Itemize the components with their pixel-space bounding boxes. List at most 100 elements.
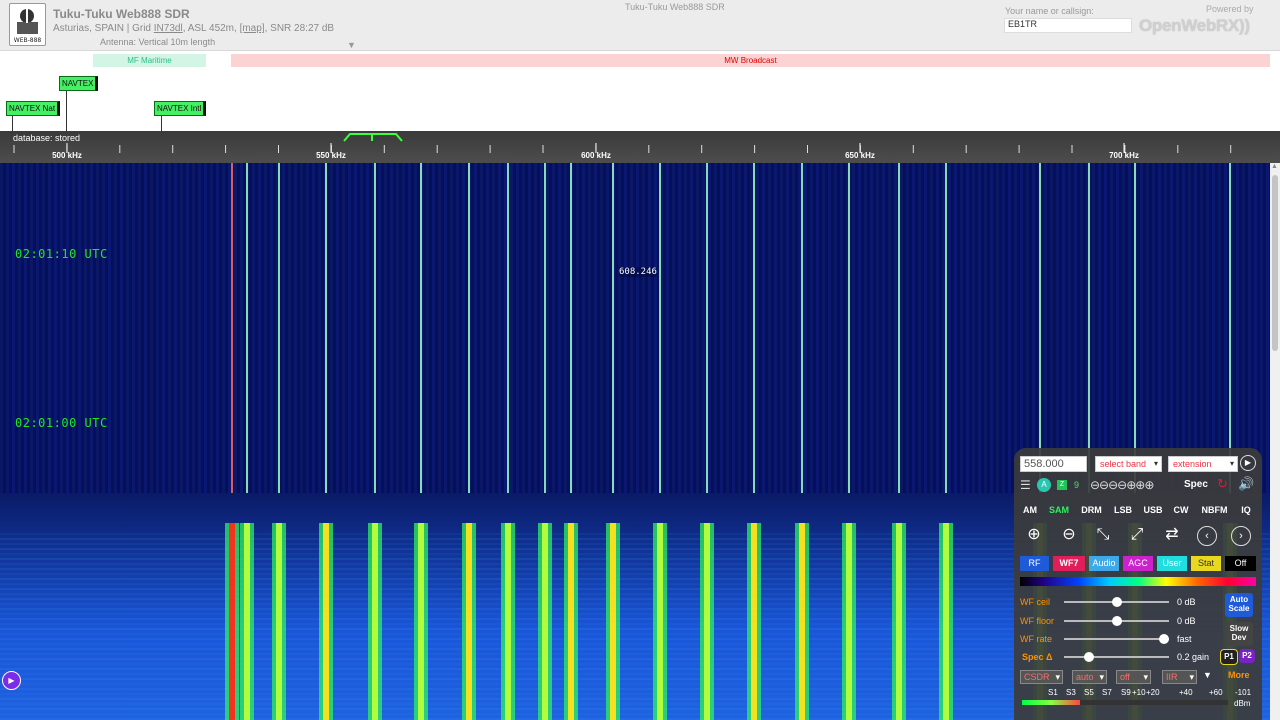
antenna-description: Antenna: Vertical 10m length — [100, 37, 216, 47]
expand-header-icon[interactable]: ▼ — [347, 40, 356, 50]
mode-cw-button[interactable]: CW — [1171, 502, 1191, 518]
scale-label-700: 700 kHz — [1109, 151, 1139, 160]
smeter-plus60: +60 — [1209, 688, 1223, 697]
p1-button[interactable]: P1 — [1220, 649, 1238, 665]
site-info: Asturias, SPAIN | Grid IN73dl, ASL 452m,… — [53, 23, 334, 34]
slow-dev-line2: Dev — [1231, 633, 1247, 642]
mode-usb-button[interactable]: USB — [1141, 502, 1165, 518]
play-button[interactable]: ▶ — [2, 671, 21, 690]
extension-select[interactable]: extension ▾ — [1168, 456, 1238, 472]
smeter-s1: S1 — [1048, 688, 1058, 697]
logo-text: WEB-888 — [13, 37, 42, 44]
database-status: database: stored — [13, 133, 81, 143]
spec-delta-value: 0.2 gain — [1177, 652, 1210, 662]
tab-stat[interactable]: Stat — [1191, 556, 1221, 571]
site-title: Tuku-Tuku Web888 SDR — [53, 7, 190, 21]
grid-link[interactable]: IN73dl — [154, 23, 183, 34]
antenna-icon — [17, 9, 38, 34]
menu-icon[interactable]: ☰ — [1020, 478, 1031, 492]
bookmark-navtex-nat[interactable]: NAVTEX Nat — [6, 101, 61, 116]
csdr-select-label: CSDR — [1024, 672, 1050, 682]
slow-dev-line1: Slow — [1229, 624, 1249, 633]
tab-audio[interactable]: Audio — [1089, 556, 1119, 571]
site-logo[interactable]: WEB-888 — [9, 3, 46, 46]
smeter-dbm-value: -101 — [1235, 688, 1252, 697]
slow-dev-button[interactable]: Slow Dev — [1225, 622, 1253, 646]
smeter-unit: dBm — [1234, 699, 1251, 708]
iir-select[interactable]: IIR ▾ — [1162, 670, 1197, 684]
more-arrow-icon[interactable]: ▼ — [1203, 670, 1212, 680]
callsign-label: Your name or callsign: — [1005, 6, 1094, 16]
band-select[interactable]: select band ▾ — [1095, 456, 1162, 472]
bookmark-navtex[interactable]: NAVTEX — [59, 76, 99, 91]
mode-drm-button[interactable]: DRM — [1078, 502, 1105, 518]
csdr-select[interactable]: CSDR ▾ — [1020, 670, 1063, 684]
mode-sam-button[interactable]: SAM — [1046, 502, 1072, 518]
wf-rate-slider[interactable] — [1064, 638, 1169, 640]
zoom-in-icon[interactable]: ⊕ — [1023, 524, 1045, 546]
spec-delta-slider[interactable] — [1064, 656, 1169, 658]
zoom-fit-icon[interactable]: ⤡ — [1092, 524, 1114, 546]
bookmark-navtex-intl[interactable]: NAVTEX Intl — [154, 101, 207, 116]
openwebrx-logo[interactable]: OpenWebRX)) — [1139, 16, 1250, 36]
tab-off[interactable]: Off — [1225, 556, 1256, 571]
scrollbar[interactable]: ▲ — [1270, 163, 1280, 720]
auto-scale-button[interactable]: Auto Scale — [1225, 593, 1253, 617]
wf-floor-knob[interactable] — [1112, 616, 1122, 626]
speaker-icon[interactable]: 🔊 — [1238, 476, 1254, 492]
off-select[interactable]: off ▾ — [1116, 670, 1151, 684]
p2-button[interactable]: P2 — [1239, 649, 1255, 663]
brand-text: OpenWebRX — [1139, 16, 1239, 35]
frequency-scale[interactable]: database: stored 500 kHz 550 kHz 600 kHz… — [0, 131, 1280, 163]
spec-button[interactable]: Spec — [1184, 479, 1208, 490]
page-right-icon[interactable]: › — [1231, 526, 1251, 546]
panel-play-button[interactable]: ▶ — [1240, 455, 1256, 471]
mode-am-button[interactable]: AM — [1019, 502, 1041, 518]
band-mw-broadcast[interactable]: MW Broadcast — [231, 54, 1270, 67]
bookmark-navtex-line — [66, 91, 67, 131]
mode-nbfm-button[interactable]: NBFM — [1198, 502, 1231, 518]
tab-rf[interactable]: RF — [1020, 556, 1049, 571]
spec-delta-knob[interactable] — [1084, 652, 1094, 662]
callsign-input[interactable]: EB1TR — [1004, 18, 1132, 33]
powered-by-label: Powered by — [1206, 4, 1254, 14]
chevron-down-icon: ▾ — [1189, 672, 1194, 682]
smeter-plus40: +40 — [1179, 688, 1193, 697]
swap-icon[interactable]: ⇄ — [1161, 524, 1183, 546]
map-link[interactable]: [map] — [240, 23, 265, 34]
wf-rate-knob[interactable] — [1159, 634, 1169, 644]
wf-ceil-knob[interactable] — [1112, 597, 1122, 607]
frequency-input[interactable]: 558.000 — [1020, 456, 1087, 472]
wf-floor-value: 0 dB — [1177, 616, 1196, 626]
extension-select-label: extension — [1173, 459, 1212, 469]
auto-select[interactable]: auto ▾ — [1072, 670, 1107, 684]
page-left-icon[interactable]: ‹ — [1197, 526, 1217, 546]
wf-rate-label: WF rate — [1020, 634, 1053, 644]
tab-user[interactable]: User — [1157, 556, 1187, 571]
auto-scale-line2: Scale — [1228, 604, 1250, 613]
smeter-plus10: +10 — [1132, 688, 1146, 697]
refresh-icon[interactable]: ↻ — [1217, 476, 1228, 492]
scrollbar-thumb[interactable] — [1272, 175, 1278, 351]
scroll-up-icon[interactable]: ▲ — [1271, 163, 1278, 170]
zoom-step-icons[interactable]: ⊖⊖⊖⊖⊕⊕⊕ — [1090, 478, 1154, 492]
scale-label-600: 600 kHz — [581, 151, 611, 160]
band-mf-maritime[interactable]: MF Maritime — [93, 54, 206, 67]
more-button[interactable]: More — [1228, 670, 1250, 680]
tab-agc[interactable]: AGC — [1123, 556, 1153, 571]
mode-iq-button[interactable]: IQ — [1236, 502, 1256, 518]
letter-a-icon[interactable]: A — [1037, 478, 1051, 492]
chevron-down-icon: ▾ — [1099, 672, 1104, 682]
center-title: Tuku-Tuku Web888 SDR — [625, 2, 725, 12]
tab-wf[interactable]: WF7 — [1053, 556, 1085, 571]
spec-delta-label: Spec Δ — [1022, 652, 1053, 662]
chevron-down-icon: ▾ — [1055, 672, 1060, 682]
utc-timestamp-1: 02:01:10 UTC — [15, 247, 108, 261]
wf-ceil-label: WF ceil — [1020, 597, 1050, 607]
scale-label-500: 500 kHz — [52, 151, 82, 160]
z-icon[interactable]: Z — [1057, 480, 1067, 490]
chevron-down-icon: ▾ — [1229, 459, 1234, 468]
zoom-max-icon[interactable]: ⤢ — [1126, 524, 1148, 546]
zoom-out-icon[interactable]: ⊖ — [1058, 524, 1080, 546]
mode-lsb-button[interactable]: LSB — [1111, 502, 1135, 518]
